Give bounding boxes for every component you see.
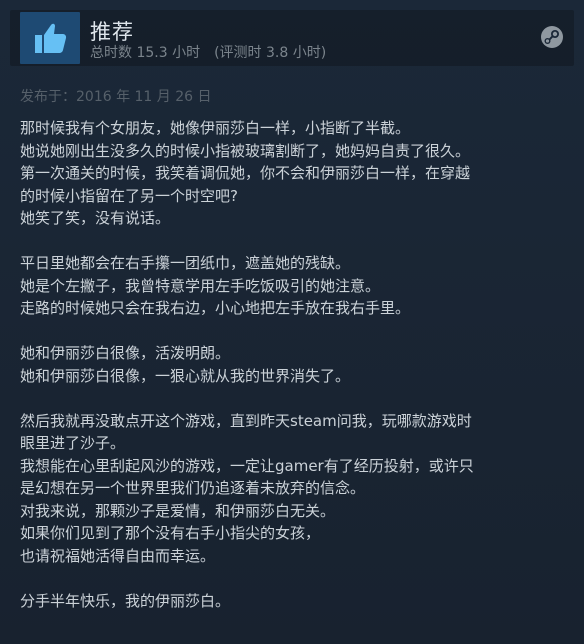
review-line: 走路的时候她只会在我右边，小心地把左手放在我右手里。 <box>20 299 411 317</box>
review-line: 她和伊丽莎白很像，一狠心就从我的世界消失了。 <box>20 366 351 385</box>
review-line: 她和伊丽莎白很像，活泼明朗。 <box>20 344 231 362</box>
paragraph: 分手半年快乐，我的伊丽莎白。 <box>20 590 572 613</box>
review-line: 她笑了笑，没有说话。 <box>20 209 171 227</box>
paragraph: 然后我就再没敢点开这个游戏，直到昨天steam问我，玩哪款游戏时 眼里进了沙子。… <box>20 410 572 568</box>
review-line: 她是个左撇子，我曾特意学用左手吃饭吸引的她注意。 <box>20 276 381 295</box>
review-line: 如果你们见到了那个没有右手小指尖的女孩， <box>20 524 321 542</box>
review-line: 然后我就再没敢点开这个游戏，直到昨天steam问我，玩哪款游戏时 <box>20 411 472 430</box>
thumbs-up-icon <box>20 12 80 64</box>
review-header: 推荐 总时数 15.3 小时 (评测时 3.8 小时) <box>10 10 574 66</box>
review-line: 那时候我有个女朋友，她像伊丽莎白一样，小指断了半截。 <box>20 119 411 137</box>
review-line: 对我来说，那颗沙子是爱情，和伊丽莎白无关。 <box>20 501 336 520</box>
paragraph: 她和伊丽莎白很像，活泼明朗。 她和伊丽莎白很像，一狠心就从我的世界消失了。 <box>20 342 572 387</box>
playtime-info: 总时数 15.3 小时 (评测时 3.8 小时) <box>90 42 326 62</box>
steam-icon <box>540 25 564 49</box>
review-line: 眼里进了沙子。 <box>20 434 126 452</box>
paragraph: 那时候我有个女朋友，她像伊丽莎白一样，小指断了半截。 她说她刚出生没多久的时候小… <box>20 117 572 230</box>
review-text: 那时候我有个女朋友，她像伊丽莎白一样，小指断了半截。 她说她刚出生没多久的时候小… <box>20 117 572 612</box>
hours-on-record: 总时数 15.3 小时 <box>90 45 201 61</box>
review-line: 的时候小指留在了另一个时空吧? <box>20 186 238 205</box>
paragraph: 平日里她都会在右手攥一团纸巾，遮盖她的残缺。 她是个左撇子，我曾特意学用左手吃饭… <box>20 252 572 320</box>
review-line: 分手半年快乐，我的伊丽莎白。 <box>20 591 231 610</box>
review-line: 我想能在心里刮起风沙的游戏，一定让gamer有了经历投射，或许只 <box>20 456 474 475</box>
review-line: 第一次通关的时候，我笑着调侃她，你不会和伊丽莎白一样，在穿越 <box>20 164 471 182</box>
review-line: 平日里她都会在右手攥一团纸巾，遮盖她的残缺。 <box>20 254 351 272</box>
review-line: 她说她刚出生没多久的时候小指被玻璃割断了，她妈妈自责了很久。 <box>20 141 471 160</box>
hours-at-review: (评测时 3.8 小时) <box>214 45 327 61</box>
review-line: 也请祝福她活得自由而幸运。 <box>20 546 216 565</box>
review-line: 是幻想在另一个世界里我们仍追逐着未放弃的信念。 <box>20 479 366 497</box>
review-card: 推荐 总时数 15.3 小时 (评测时 3.8 小时) 发布于：2016 年 11… <box>0 0 584 644</box>
posted-date: 发布于：2016 年 11 月 26 日 <box>20 89 212 105</box>
